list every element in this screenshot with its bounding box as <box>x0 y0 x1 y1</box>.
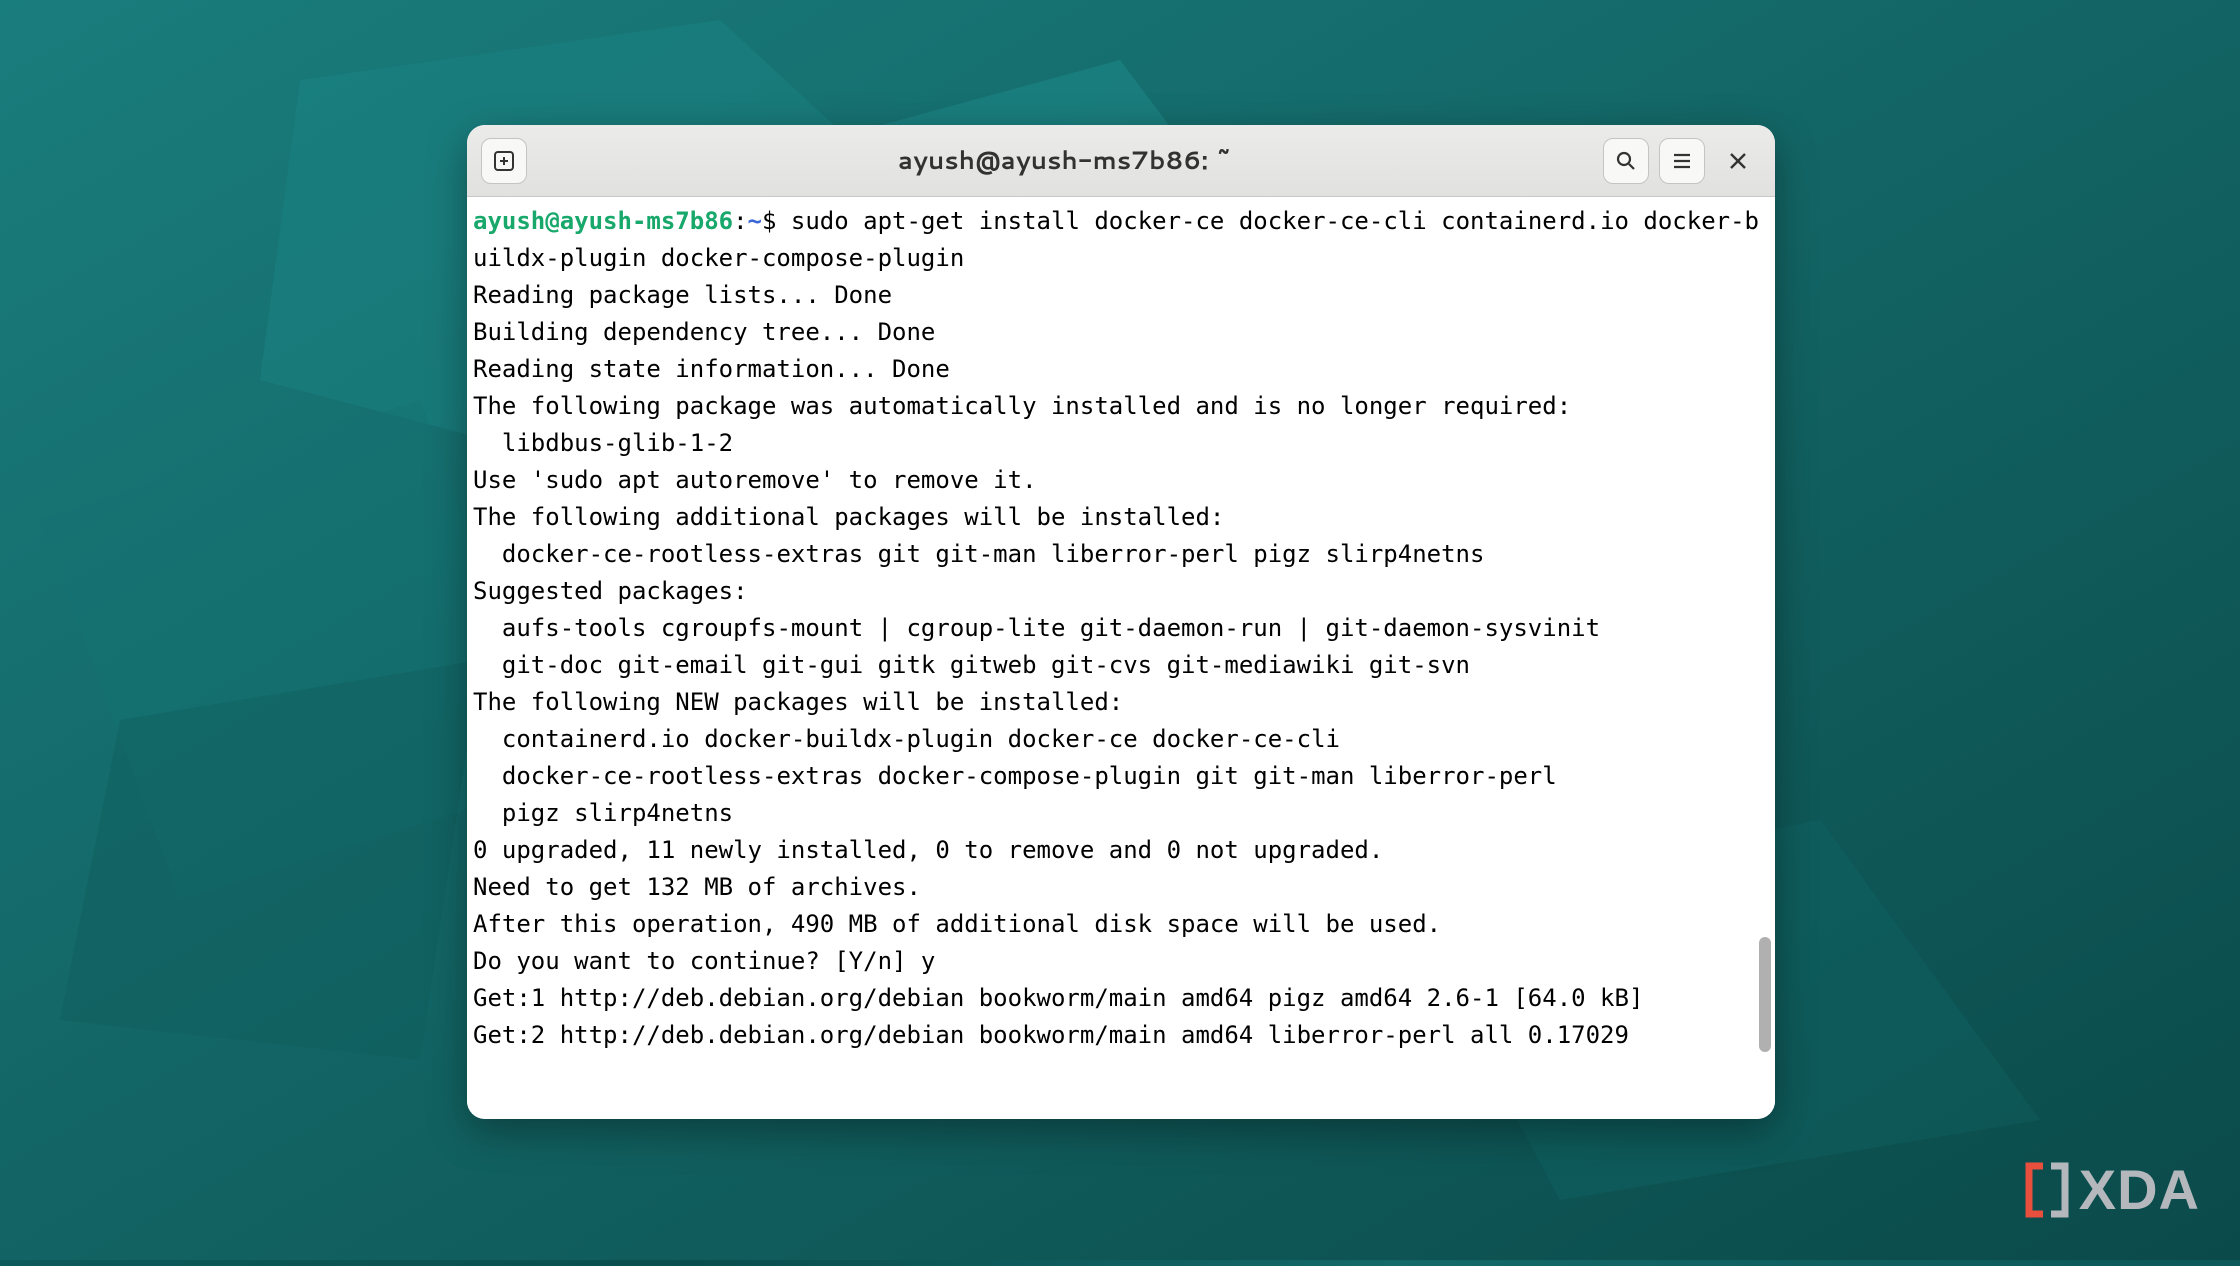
terminal-output-line: The following package was automatically … <box>473 392 1571 420</box>
prompt-path: ~ <box>748 207 762 235</box>
terminal-output-line: Reading package lists... Done <box>473 281 892 309</box>
terminal-output-line: Suggested packages: <box>473 577 748 605</box>
window-title: ayush@ayush-ms7b86: ~ <box>541 143 1589 178</box>
search-icon <box>1615 150 1637 172</box>
terminal-output-line: Get:1 http://deb.debian.org/debian bookw… <box>473 984 1643 1012</box>
new-tab-button[interactable] <box>481 138 527 184</box>
terminal-output-line: Need to get 132 MB of archives. <box>473 873 921 901</box>
terminal-content[interactable]: ayush@ayush-ms7b86:~$ sudo apt-get insta… <box>467 197 1775 1119</box>
menu-button[interactable] <box>1659 138 1705 184</box>
terminal-output-line: aufs-tools cgroupfs-mount | cgroup-lite … <box>473 614 1600 642</box>
search-button[interactable] <box>1603 138 1649 184</box>
terminal-output-line: Get:2 http://deb.debian.org/debian bookw… <box>473 1021 1629 1049</box>
terminal-output-line: pigz slirp4netns <box>473 799 733 827</box>
terminal-window: ayush@ayush-ms7b86: ~ <box>467 125 1775 1119</box>
scrollbar-thumb[interactable] <box>1759 937 1771 1052</box>
xda-watermark: XDA <box>2025 1157 2200 1222</box>
terminal-output-line: The following additional packages will b… <box>473 503 1224 531</box>
terminal-output-line: Reading state information... Done <box>473 355 950 383</box>
xda-bracket-icon <box>2025 1162 2069 1218</box>
terminal-output-line: Building dependency tree... Done <box>473 318 935 346</box>
close-icon <box>1729 152 1747 170</box>
terminal-output-line: 0 upgraded, 11 newly installed, 0 to rem… <box>473 836 1383 864</box>
terminal-output-line: git-doc git-email git-gui gitk gitweb gi… <box>473 651 1470 679</box>
xda-text: XDA <box>2079 1157 2200 1222</box>
prompt-userhost: ayush@ayush-ms7b86 <box>473 207 733 235</box>
terminal-output-line: docker-ce-rootless-extras docker-compose… <box>473 762 1557 790</box>
terminal-output-line: containerd.io docker-buildx-plugin docke… <box>473 725 1340 753</box>
close-button[interactable] <box>1715 138 1761 184</box>
terminal-output-line: After this operation, 490 MB of addition… <box>473 910 1441 938</box>
hamburger-icon <box>1671 150 1693 172</box>
plus-tab-icon <box>493 150 515 172</box>
terminal-output-line: Do you want to continue? [Y/n] y <box>473 947 935 975</box>
window-titlebar: ayush@ayush-ms7b86: ~ <box>467 125 1775 197</box>
terminal-output-line: libdbus-glib-1-2 <box>473 429 733 457</box>
terminal-output-line: docker-ce-rootless-extras git git-man li… <box>473 540 1484 568</box>
terminal-output-line: Use 'sudo apt autoremove' to remove it. <box>473 466 1037 494</box>
terminal-output-line: The following NEW packages will be insta… <box>473 688 1123 716</box>
